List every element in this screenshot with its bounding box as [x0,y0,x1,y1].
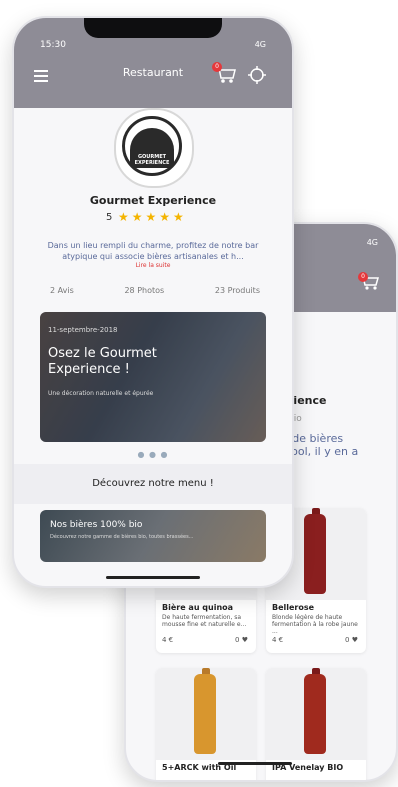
products-count[interactable]: 23 Produits [215,286,260,295]
product-price: 4 € [272,636,284,644]
restaurant-name: Gourmet Experience [89,194,217,207]
discover-label: Découvrez notre menu ! [92,478,214,489]
logo-text: GOURMET EXPERIENCE [134,154,170,166]
hero-subtitle: Une décoration naturelle et épurée [48,390,154,397]
bottle-icon [304,674,326,754]
notch [84,18,222,38]
product-desc: Blonde légère de haute fermentation à la… [272,614,358,635]
menu-card-title: Nos bières 100% bio [50,520,143,530]
carousel-dots[interactable]: ● ● ● [14,450,292,459]
menu-card-subtitle: Découvrez notre gamme de bières bio, tou… [50,534,194,540]
back-status: 4G [366,238,378,247]
hero-card[interactable]: 11-septembre-2018 Osez le Gourmet Experi… [40,312,266,442]
product-desc: De haute fermentation, sa mousse fine et… [162,614,247,628]
home-indicator [106,576,200,579]
product-image [156,668,256,760]
front-phone: 15:30 4G Restaurant 0 GOURMET EXPERIENCE… [12,16,294,588]
discover-menu-banner[interactable]: Découvrez notre menu ! [14,464,292,504]
read-more-link[interactable]: Lire la suite [14,262,292,269]
cart-badge: 0 [358,272,368,282]
product-image [266,668,366,760]
product-price: 4 € [162,636,174,644]
photos-count[interactable]: 28 Photos [124,286,164,295]
restaurant-logo: GOURMET EXPERIENCE [114,108,194,188]
rating-value: 5 [106,212,113,223]
cart-icon[interactable]: 0 [212,62,238,86]
product-name: Bière au quinoa [162,603,234,612]
peek-text: e de bières lcool, il y en a [282,432,359,458]
status-time: 15:30 [40,40,66,50]
status-network: 4G [254,40,266,49]
menu-card[interactable]: Nos bières 100% bio Découvrez notre gamm… [40,510,266,562]
product-likes[interactable]: 0 ♥ [235,636,248,644]
bottle-icon [194,674,216,754]
reviews-count[interactable]: 2 Avis [50,286,74,295]
product-name: Bellerose [272,603,315,612]
product-likes[interactable]: 0 ♥ [345,636,358,644]
stats-row: 2 Avis 28 Photos 23 Produits [50,286,260,295]
home-indicator [218,762,292,765]
cart-badge: 0 [212,62,222,72]
hero-title: Osez le Gourmet Experience ! [48,346,157,377]
hero-date: 11-septembre-2018 [48,326,118,334]
bottle-icon [304,514,326,594]
location-target-icon[interactable] [248,66,266,84]
rating-stars: ★★★★★ [118,210,187,224]
cart-icon[interactable]: 0 [358,272,380,292]
restaurant-description: Dans un lieu rempli du charme, profitez … [47,241,259,261]
